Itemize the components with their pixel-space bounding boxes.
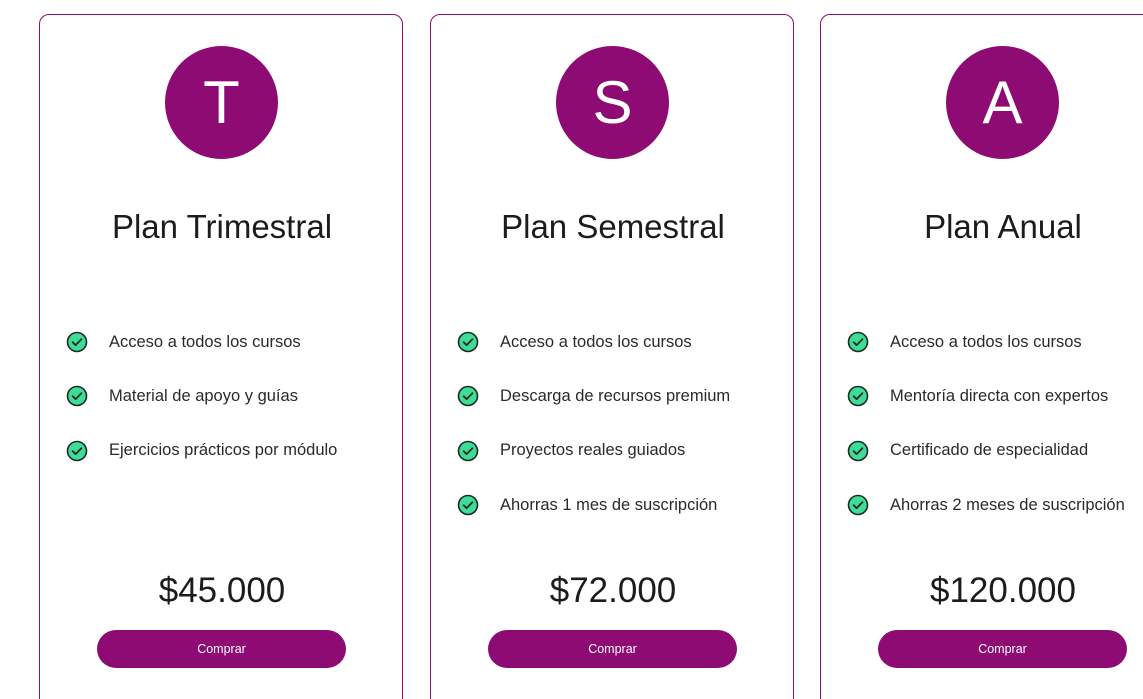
plan-title: Plan Anual [924, 208, 1082, 245]
feature-label: Acceso a todos los cursos [890, 332, 1082, 351]
plan-price: $45.000 [158, 571, 286, 610]
feature-list: Acceso a todos los cursos Descarga de re… [457, 315, 730, 532]
feature-label: Material de apoyo y guías [109, 386, 298, 405]
feature-item: Acceso a todos los cursos [66, 315, 337, 369]
plan-price: $120.000 [930, 571, 1076, 610]
feature-label: Acceso a todos los cursos [500, 332, 692, 351]
feature-label: Ahorras 1 mes de suscripción [500, 495, 718, 514]
feature-label: Ahorras 2 meses de suscripción [890, 495, 1125, 514]
plan-avatar: S [556, 46, 669, 159]
check-circle-icon [847, 386, 869, 407]
plan-card-semestral: S Plan Semestral Acceso a todos los curs… [430, 14, 794, 699]
feature-label: Certificado de especialidad [890, 441, 1089, 460]
check-circle-icon [457, 440, 479, 462]
feature-label: Acceso a todos los cursos [109, 332, 301, 351]
check-circle-icon [66, 386, 88, 407]
feature-item: Acceso a todos los cursos [847, 315, 1125, 369]
plan-card-anual: A Plan Anual Acceso a todos los cursos M… [820, 14, 1143, 699]
feature-label: Mentoría directa con expertos [890, 386, 1109, 405]
feature-item: Proyectos reales guiados [457, 424, 730, 478]
check-circle-icon [66, 331, 88, 353]
feature-list: Acceso a todos los cursos Mentoría direc… [847, 315, 1125, 532]
feature-item: Acceso a todos los cursos [457, 315, 730, 369]
feature-item: Ahorras 2 meses de suscripción [847, 478, 1125, 532]
feature-item: Mentoría directa con expertos [847, 369, 1125, 423]
plan-title: Plan Trimestral [111, 208, 333, 245]
feature-label: Descarga de recursos premium [500, 386, 731, 405]
feature-item: Ejercicios prácticos por módulo [66, 424, 337, 478]
plan-title: Plan Semestral [501, 208, 725, 245]
feature-item: Descarga de recursos premium [457, 369, 730, 423]
buy-button[interactable]: Comprar [97, 630, 346, 668]
check-circle-icon [66, 440, 88, 462]
buy-button[interactable]: Comprar [488, 630, 737, 668]
feature-item: Material de apoyo y guías [66, 369, 337, 423]
buy-button[interactable]: Comprar [878, 630, 1127, 668]
plan-avatar: T [165, 46, 278, 159]
feature-item: Certificado de especialidad [847, 424, 1125, 478]
check-circle-icon [847, 494, 869, 516]
plan-card-trimestral: T Plan Trimestral Acceso a todos los cur… [39, 14, 403, 699]
check-circle-icon [847, 440, 869, 462]
pricing-cards: T Plan Trimestral Acceso a todos los cur… [0, 0, 1143, 699]
feature-list: Acceso a todos los cursos Material de ap… [66, 315, 337, 478]
feature-item: Ahorras 1 mes de suscripción [457, 478, 730, 532]
plan-price: $72.000 [549, 571, 677, 610]
check-circle-icon [847, 331, 869, 353]
check-circle-icon [457, 386, 479, 407]
plan-avatar: A [946, 46, 1059, 159]
check-circle-icon [457, 331, 479, 353]
feature-label: Proyectos reales guiados [500, 441, 686, 460]
feature-label: Ejercicios prácticos por módulo [109, 441, 338, 460]
check-circle-icon [457, 494, 479, 516]
